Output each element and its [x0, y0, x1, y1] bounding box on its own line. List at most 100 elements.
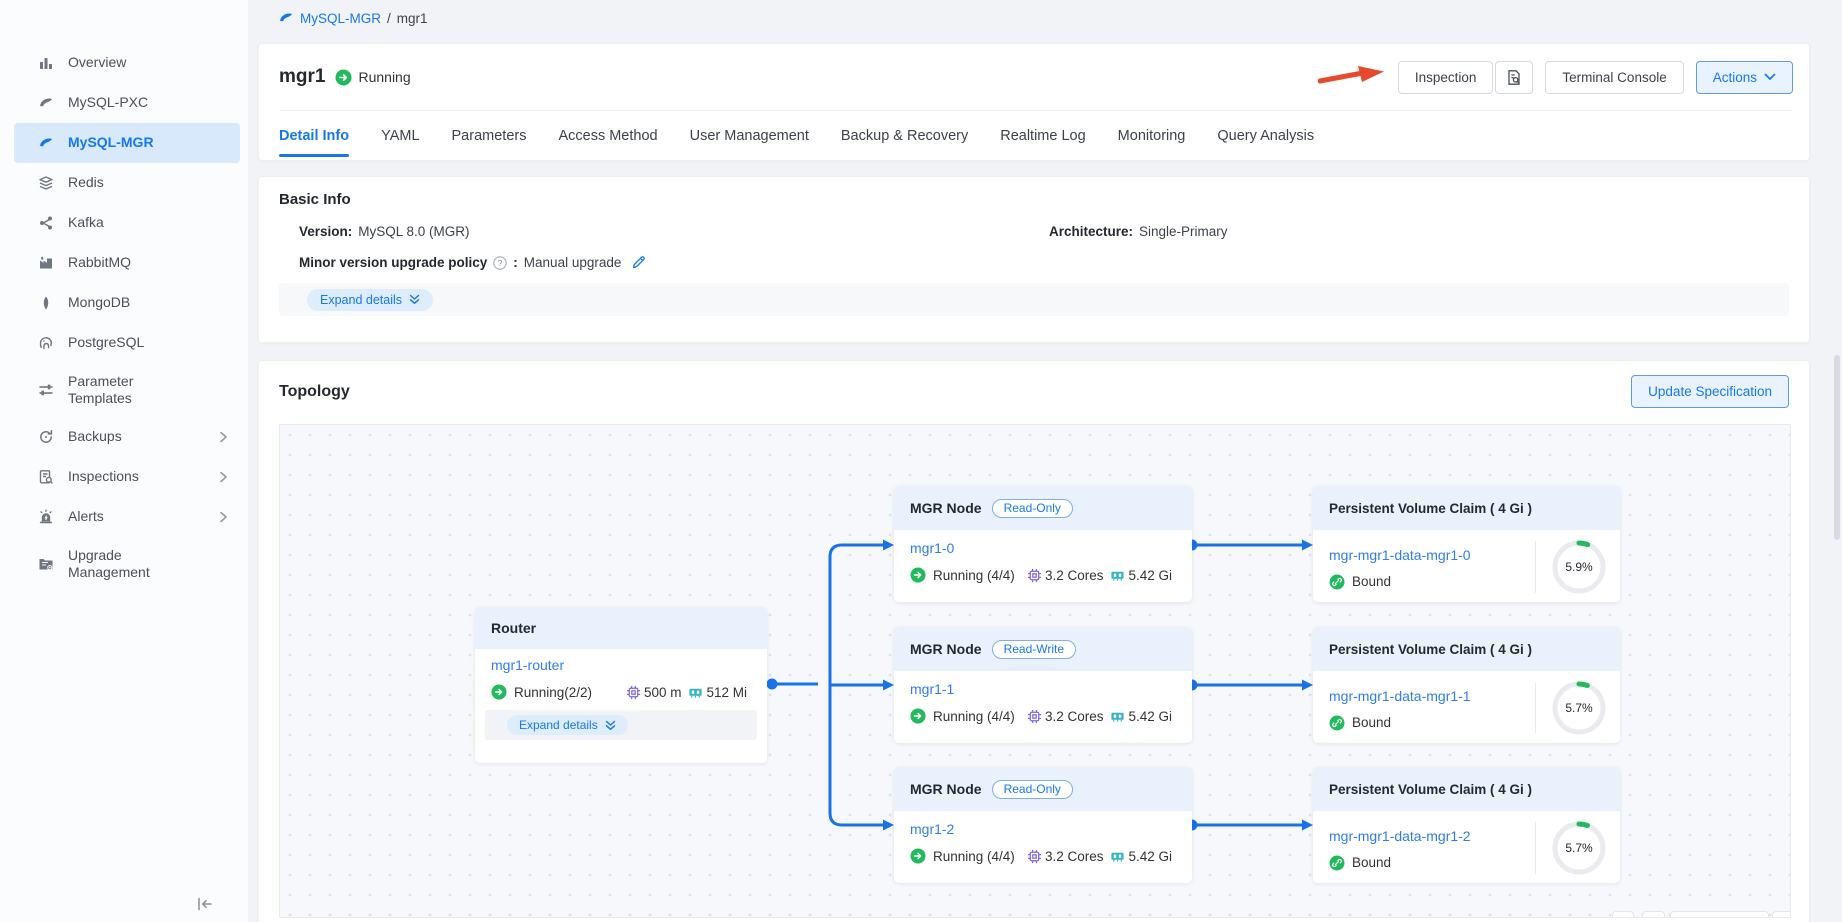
memory-icon	[1110, 849, 1125, 864]
pvc-card-1: Persistent Volume Claim ( 4 Gi ) mgr-mgr…	[1313, 627, 1620, 743]
sidebar-item-redis[interactable]: Redis	[14, 163, 240, 203]
node-name-link[interactable]: mgr1-2	[910, 821, 954, 837]
nodes-icon	[38, 215, 54, 231]
folder-gear-icon	[38, 556, 54, 572]
inspection-button[interactable]: Inspection	[1398, 61, 1494, 94]
node-role-badge: Read-Only	[992, 499, 1073, 518]
pvc-status: Bound	[1352, 574, 1391, 589]
sidebar-item-alerts[interactable]: Alerts	[14, 497, 240, 537]
dolphin-icon	[38, 135, 54, 151]
double-chevron-down-icon	[409, 294, 420, 305]
node-role-badge: Read-Write	[992, 640, 1076, 659]
edit-pencil-icon[interactable]	[631, 255, 646, 270]
canvas-fit-button[interactable]	[1772, 911, 1791, 918]
tab-access-method[interactable]: Access Method	[558, 111, 657, 161]
sidebar-item-postgresql[interactable]: PostgreSQL	[14, 323, 240, 363]
canvas-zoom-out-button[interactable]	[1612, 911, 1634, 918]
tab-user-management[interactable]: User Management	[690, 111, 809, 161]
sidebar-item-mysql-mgr[interactable]: MySQL-MGR	[14, 123, 240, 163]
topology-card: Topology Update Specification	[258, 360, 1810, 922]
sidebar-collapse-icon[interactable]	[196, 896, 218, 914]
svg-text:?: ?	[498, 258, 503, 268]
bar-chart-icon	[38, 55, 54, 71]
sidebar-item-parameter-templates[interactable]: Parameter Templates	[14, 363, 240, 417]
router-card: Router mgr1-router Running(2/2) 500 m 51…	[475, 607, 767, 763]
usage-donut: 5.9%	[1550, 538, 1608, 596]
actions-button[interactable]: Actions	[1696, 61, 1793, 94]
mgr-node-card-2: MGR Node Read-Only mgr1-2 Running (4/4) …	[894, 767, 1192, 883]
tab-detail-info[interactable]: Detail Info	[279, 111, 349, 161]
architecture-field: Architecture: Single-Primary	[1049, 224, 1789, 239]
node-name-link[interactable]: mgr1-0	[910, 540, 954, 556]
router-expand-details-button[interactable]: Expand details	[507, 715, 628, 735]
divider	[1535, 541, 1536, 593]
chevron-right-icon	[219, 511, 228, 523]
usage-donut: 5.7%	[1550, 819, 1608, 877]
sidebar-item-inspections[interactable]: Inspections	[14, 457, 240, 497]
node-cpu: 3.2 Cores	[1045, 568, 1104, 583]
tab-yaml[interactable]: YAML	[381, 111, 419, 161]
pvc-type-label: Persistent Volume Claim ( 4 Gi )	[1329, 642, 1532, 657]
tab-bar: Detail Info YAML Parameters Access Metho…	[279, 110, 1793, 161]
node-cpu: 3.2 Cores	[1045, 709, 1104, 724]
version-field: Version: MySQL 8.0 (MGR)	[299, 224, 1049, 239]
terminal-console-button[interactable]: Terminal Console	[1545, 61, 1683, 94]
node-memory: 5.42 Gi	[1128, 709, 1172, 724]
cpu-icon	[1027, 849, 1042, 864]
status-badge: Running	[335, 69, 410, 86]
basic-info-expand-strip: Expand details	[279, 283, 1789, 316]
upgrade-policy-field: Minor version upgrade policy ? : Manual …	[299, 255, 1049, 270]
memory-icon	[1110, 568, 1125, 583]
usage-donut: 5.7%	[1550, 679, 1608, 737]
router-status: Running(2/2)	[514, 685, 592, 700]
mgr-node-card-1: MGR Node Read-Write mgr1-1 Running (4/4)…	[894, 627, 1192, 743]
pvc-name-link[interactable]: mgr-mgr1-data-mgr1-0	[1329, 547, 1471, 563]
page-scrollbar[interactable]	[1834, 355, 1840, 540]
sidebar-item-overview[interactable]: Overview	[14, 43, 240, 83]
usage-percent: 5.9%	[1550, 538, 1608, 596]
basic-info-card: Basic Info Version: MySQL 8.0 (MGR) Arch…	[258, 176, 1810, 343]
router-expand-strip: Expand details	[485, 710, 757, 740]
canvas-zoom-in-button[interactable]	[1642, 911, 1665, 918]
divider	[1535, 682, 1536, 734]
breadcrumb-current: mgr1	[397, 11, 428, 26]
pvc-status: Bound	[1352, 855, 1391, 870]
pvc-name-link[interactable]: mgr-mgr1-data-mgr1-1	[1329, 688, 1471, 704]
node-type-label: MGR Node	[910, 500, 982, 516]
pvc-type-label: Persistent Volume Claim ( 4 Gi )	[1329, 501, 1532, 516]
topology-canvas[interactable]: Router mgr1-router Running(2/2) 500 m 51…	[279, 424, 1791, 918]
cpu-icon	[626, 685, 641, 700]
node-memory: 5.42 Gi	[1128, 568, 1172, 583]
sidebar-item-backups[interactable]: Backups	[14, 417, 240, 457]
sidebar-item-mongodb[interactable]: MongoDB	[14, 283, 240, 323]
node-status: Running (4/4)	[933, 568, 1015, 583]
tab-monitoring[interactable]: Monitoring	[1118, 111, 1186, 161]
expand-details-button[interactable]: Expand details	[307, 289, 433, 311]
canvas-zoom-slider[interactable]	[1670, 911, 1769, 918]
sidebar-item-upgrade-management[interactable]: Upgrade Management	[14, 537, 240, 591]
pvc-status: Bound	[1352, 715, 1391, 730]
node-role-badge: Read-Only	[992, 780, 1073, 799]
tab-query-analysis[interactable]: Query Analysis	[1217, 111, 1314, 161]
node-type-label: MGR Node	[910, 781, 982, 797]
router-name-link[interactable]: mgr1-router	[491, 657, 564, 673]
node-name-link[interactable]: mgr1-1	[910, 681, 954, 697]
sidebar-item-rabbitmq[interactable]: RabbitMQ	[14, 243, 240, 283]
inspection-report-button[interactable]	[1495, 61, 1533, 94]
sidebar-item-mysql-pxc[interactable]: MySQL-PXC	[14, 83, 240, 123]
page: Overview MySQL-PXC MySQL-MGR Redis Kafka…	[0, 0, 1842, 922]
tab-backup-recovery[interactable]: Backup & Recovery	[841, 111, 968, 161]
double-chevron-down-icon	[605, 720, 616, 731]
sidebar-item-kafka[interactable]: Kafka	[14, 203, 240, 243]
update-specification-button[interactable]: Update Specification	[1631, 375, 1789, 408]
bound-status-icon	[1329, 574, 1345, 590]
tab-realtime-log[interactable]: Realtime Log	[1000, 111, 1085, 161]
tab-parameters[interactable]: Parameters	[452, 111, 527, 161]
cpu-icon	[1027, 709, 1042, 724]
node-cpu: 3.2 Cores	[1045, 849, 1104, 864]
basic-info-title: Basic Info	[279, 191, 1789, 208]
pvc-name-link[interactable]: mgr-mgr1-data-mgr1-2	[1329, 828, 1471, 844]
pvc-card-0: Persistent Volume Claim ( 4 Gi ) mgr-mgr…	[1313, 486, 1620, 602]
breadcrumb-parent-link[interactable]: MySQL-MGR	[300, 11, 381, 26]
help-icon[interactable]: ?	[493, 256, 507, 270]
